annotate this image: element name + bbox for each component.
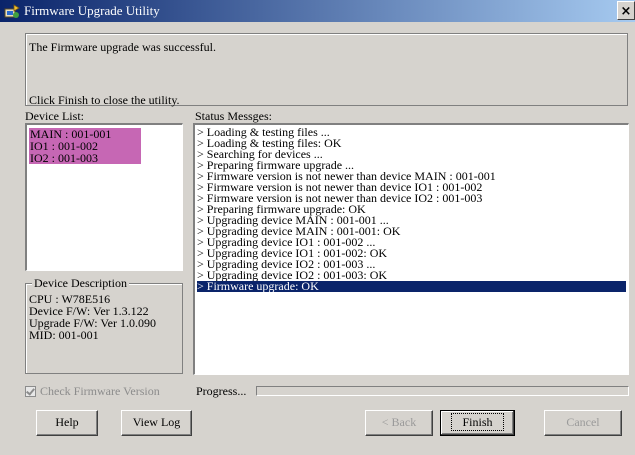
device-item[interactable]: IO2 : 001-003 — [29, 152, 141, 164]
view-log-button[interactable]: View Log — [121, 410, 192, 436]
check-firmware-label: Check Firmware Version — [40, 384, 160, 398]
back-button[interactable]: < Back — [365, 410, 433, 436]
window-title: Firmware Upgrade Utility — [24, 3, 160, 18]
status-line-selected[interactable]: > Firmware upgrade: OK — [197, 280, 626, 292]
finish-button-label: Finish — [451, 413, 504, 431]
progress-bar — [256, 386, 629, 396]
app-icon — [4, 4, 20, 18]
finish-button[interactable]: Finish — [440, 410, 515, 436]
success-message: The Firmware upgrade was successful. — [29, 40, 216, 54]
message-panel: The Firmware upgrade was successful. Cli… — [25, 33, 628, 107]
cancel-button[interactable]: Cancel — [544, 410, 622, 436]
close-icon: × — [620, 4, 632, 19]
close-button[interactable]: × — [617, 1, 635, 20]
help-button[interactable]: Help — [36, 410, 98, 436]
progress-label: Progress... — [196, 384, 247, 398]
mid-info: MID: 001-001 — [29, 328, 99, 342]
instruction-message: Click Finish to close the utility. — [29, 93, 180, 107]
check-firmware-checkbox[interactable]: Check Firmware Version — [25, 384, 160, 399]
device-description-legend: Device Description — [32, 276, 129, 291]
status-messages-label: Status Messges: — [195, 109, 273, 123]
device-list-label: Device List: — [25, 109, 84, 123]
status-messages-list[interactable]: > Loading & testing files ... > Loading … — [193, 123, 629, 375]
checkbox-check-icon — [25, 385, 36, 397]
device-description-group: Device Description CPU : W78E516 Device … — [25, 276, 183, 374]
device-list[interactable]: MAIN : 001-001 IO1 : 001-002 IO2 : 001-0… — [25, 123, 183, 271]
title-bar: Firmware Upgrade Utility × — [0, 0, 635, 22]
